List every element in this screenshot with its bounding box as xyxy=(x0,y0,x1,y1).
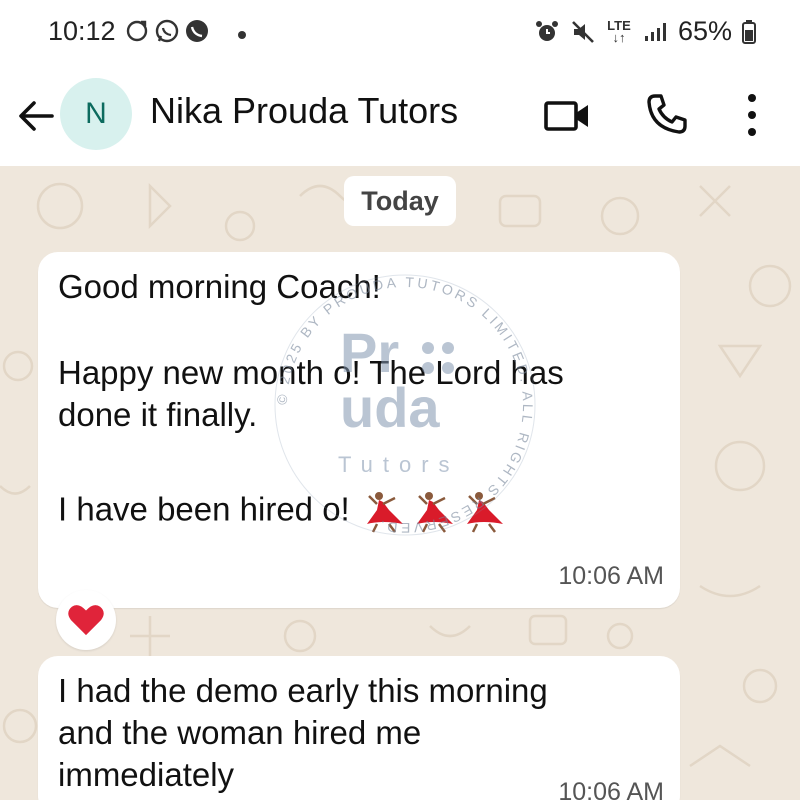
message-time: 10:06 AM xyxy=(558,562,664,590)
heart-icon xyxy=(68,605,104,636)
chat-header: N Nika Prouda Tutors xyxy=(0,70,800,166)
viber-icon xyxy=(186,20,208,42)
message-line: Happy new month o! The Lord has xyxy=(58,354,564,391)
lte-icon: LTE ↓↑ xyxy=(607,17,631,45)
lte-label: LTE xyxy=(607,17,631,33)
message-bubble[interactable]: I had the demo early this morning and th… xyxy=(38,656,680,800)
message-text: I have been hired o! xyxy=(58,490,350,528)
status-bar: 10:12 LTE ↓↑ 65% xyxy=(0,0,800,70)
signal-icon xyxy=(644,22,666,41)
battery-icon xyxy=(742,19,756,44)
phone-call-icon[interactable] xyxy=(645,92,689,136)
dancer-icon xyxy=(366,492,403,533)
mute-icon xyxy=(572,20,594,43)
alarm-icon xyxy=(535,20,558,41)
notification-dot xyxy=(238,31,246,39)
message-time: 10:06 AM xyxy=(558,778,664,800)
message-bubble[interactable]: Good morning Coach! Happy new month o! T… xyxy=(38,252,680,608)
dancer-icon xyxy=(416,492,453,533)
message-line: and the woman hired me xyxy=(58,714,422,751)
system-icons: LTE ↓↑ 65% xyxy=(534,16,756,47)
avatar[interactable]: N xyxy=(60,78,132,150)
dancer-icon xyxy=(466,492,503,533)
reaction-badge[interactable] xyxy=(56,590,116,650)
battery-percent: 65% xyxy=(677,16,732,46)
message-line: done it finally. xyxy=(58,396,258,433)
video-call-icon[interactable] xyxy=(543,96,591,136)
back-arrow-icon[interactable] xyxy=(16,96,56,136)
emoji-group xyxy=(363,490,511,534)
date-chip: Today xyxy=(344,176,456,226)
message-line: immediately xyxy=(58,756,235,793)
notification-icons xyxy=(124,18,210,44)
sync-icon xyxy=(126,20,148,42)
message-line-with-emoji: I have been hired o! xyxy=(58,490,511,534)
more-vert-icon[interactable] xyxy=(740,92,764,138)
message-line: Good morning Coach! xyxy=(58,268,381,305)
status-time: 10:12 xyxy=(48,16,116,46)
chat-area[interactable]: Today Good morning Coach! Happy new mont… xyxy=(0,166,800,800)
avatar-initial: N xyxy=(85,97,107,130)
whatsapp-icon xyxy=(155,19,179,43)
contact-name[interactable]: Nika Prouda Tutors xyxy=(150,90,458,132)
message-line: I had the demo early this morning xyxy=(58,672,548,709)
